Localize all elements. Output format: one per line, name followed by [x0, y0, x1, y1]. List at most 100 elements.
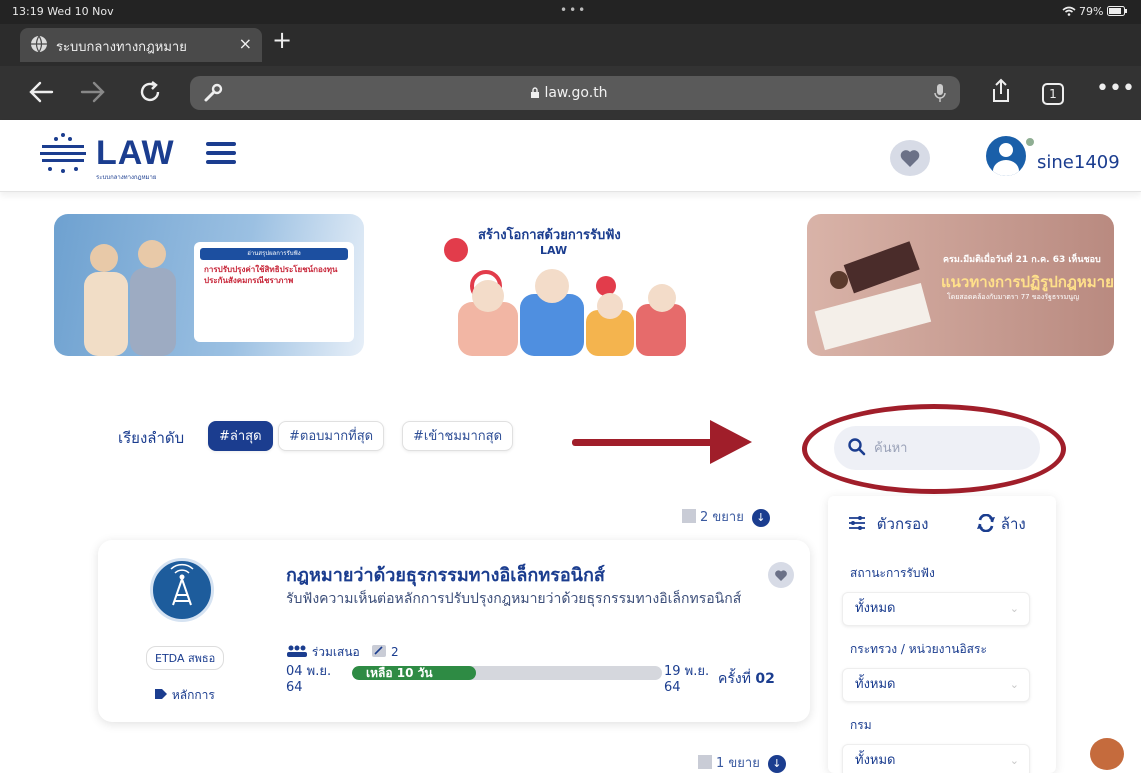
comments-count: 2	[391, 645, 399, 659]
gavel-document-illustration	[814, 241, 932, 351]
filter-title: ตัวกรอง	[876, 515, 929, 533]
tabs-overview-button[interactable]: 1	[1042, 83, 1064, 105]
filter-ministry-label: กระทรวง / หน่วยงานอิสระ	[850, 642, 987, 656]
end-year: 64	[664, 680, 681, 695]
sort-label: เรียงลำดับ	[118, 429, 185, 447]
remaining-days: เหลือ 10 วัน	[366, 666, 433, 680]
banner-participation[interactable]: สร้างโอกาสด้วยการรับฟัง LAW	[428, 214, 690, 356]
end-date-label: 19 พ.ย.	[664, 664, 710, 679]
banner-pension[interactable]: อ่านสรุปผลการรับฟัง การปรับปรุงค่าใช้สิท…	[54, 214, 364, 356]
sort-most-answered-chip[interactable]: #ตอบมากที่สุด	[278, 421, 385, 451]
favorites-heart-button[interactable]	[890, 140, 930, 176]
battery-percent: 79%	[1079, 5, 1104, 18]
reset-label: ล้าง	[1000, 515, 1026, 533]
filter-header[interactable]: ตัวกรอง	[848, 512, 928, 536]
share-icon[interactable]	[990, 78, 1012, 104]
round-label: ครั้งที่	[718, 671, 751, 687]
wrench-icon[interactable]	[202, 82, 224, 104]
comment-pen-icon	[372, 645, 387, 657]
microphone-icon[interactable]	[934, 83, 946, 103]
antenna-tower-icon	[170, 563, 194, 606]
banner-law-reform[interactable]: ครม.มีมติเมื่อวันที่ 21 ก.ค. 63 เห็นชอบ …	[807, 214, 1114, 356]
site-header: LAW ระบบกลางทางกฎหมาย sine1409	[0, 120, 1141, 192]
round-number: 02	[755, 671, 775, 687]
tab-bar: ระบบกลางทางกฎหมาย × +	[0, 24, 1141, 66]
chat-widget-button[interactable]	[1090, 738, 1124, 770]
elderly-couple-illustration	[84, 240, 176, 356]
round-indicator: ครั้งที่ 02	[718, 668, 775, 690]
hamburger-menu-icon[interactable]	[206, 142, 236, 164]
end-date: 19 พ.ย. 64	[664, 664, 709, 696]
filter-ministry-select[interactable]: ทั้งหมด ⌄	[842, 668, 1030, 702]
expand-label: 2 ขยาย	[700, 510, 744, 525]
url-value: law.go.th	[544, 85, 608, 101]
sort-latest-chip[interactable]: #ล่าสุด	[208, 421, 273, 451]
annotation-arrow-shaft	[572, 439, 722, 446]
banner-subtitle: โดยสอดคล้องกับมาตรา 77 ของรัฐธรรมนูญ	[947, 293, 1080, 301]
logo-subtitle: ระบบกลางทางกฎหมาย	[96, 174, 157, 181]
law-list-item[interactable]: ETDA สพธอ หลักการ กฎหมายว่าด้วยธุรกรรมทา…	[98, 540, 810, 722]
chevron-down-icon: ⌄	[1009, 602, 1019, 615]
filter-status-select[interactable]: ทั้งหมด ⌄	[842, 592, 1030, 626]
status-time: 13:19 Wed 10 Nov	[12, 5, 114, 18]
expand-link-bottom[interactable]: 1 ขยาย ↓	[698, 752, 786, 773]
law-logo-icon[interactable]	[36, 129, 90, 177]
filter-department-value: ทั้งหมด	[855, 753, 896, 768]
annotation-arrow-head	[710, 420, 752, 464]
tab-title: ระบบกลางทางกฎหมาย	[56, 40, 187, 55]
status-bar: 13:19 Wed 10 Nov ••• 79%	[0, 0, 1141, 24]
battery-indicator: 79%	[1062, 5, 1127, 18]
filter-panel: ตัวกรอง ล้าง สถานะการรับฟัง ทั้งหมด ⌄ กร…	[828, 496, 1056, 773]
tag-icon	[155, 689, 167, 699]
annotation-circle	[802, 404, 1066, 494]
sliders-icon	[849, 516, 865, 530]
filter-department-select[interactable]: ทั้งหมด ⌄	[842, 744, 1030, 773]
people-icon	[287, 645, 307, 657]
wifi-icon	[1062, 6, 1076, 16]
forward-arrow-icon[interactable]	[80, 80, 106, 104]
heart-icon	[900, 150, 920, 167]
time-progress-bar: เหลือ 10 วัน	[352, 666, 662, 680]
username[interactable]: sine1409	[1037, 152, 1120, 173]
principle-tag[interactable]: หลักการ	[154, 686, 215, 705]
agency-badge: ETDA สพธอ	[146, 646, 225, 670]
start-year: 64	[286, 680, 303, 695]
tab-close-button[interactable]: ×	[239, 34, 252, 53]
more-options-icon[interactable]: •••	[1096, 76, 1135, 101]
refresh-icon	[977, 513, 995, 533]
expand-link-top[interactable]: 2 ขยาย ↓	[682, 506, 770, 527]
item-title[interactable]: กฎหมายว่าด้วยธุรกรรมทางอิเล็กทรอนิกส์	[286, 560, 605, 589]
banner-card: อ่านสรุปผลการรับฟัง การปรับปรุงค่าใช้สิท…	[194, 242, 354, 342]
browser-tab[interactable]: ระบบกลางทางกฎหมาย ×	[20, 28, 262, 62]
principle-label: หลักการ	[171, 688, 215, 702]
agency-logo	[150, 558, 214, 622]
filter-status-label: สถานะการรับฟัง	[850, 566, 935, 580]
new-tab-button[interactable]: +	[272, 28, 292, 52]
banner-caption: ครม.มีมติเมื่อวันที่ 21 ก.ค. 63 เห็นชอบ	[943, 255, 1101, 265]
item-favorite-button[interactable]	[768, 562, 794, 588]
address-bar[interactable]: law.go.th	[190, 76, 960, 110]
filter-status-value: ทั้งหมด	[855, 601, 896, 616]
chevron-down-icon: ⌄	[1009, 754, 1019, 767]
crowd-illustration	[444, 238, 686, 356]
browser-toolbar: law.go.th 1 •••	[0, 66, 1141, 120]
user-avatar[interactable]	[986, 136, 1026, 176]
logo-text[interactable]: LAW	[96, 134, 175, 173]
back-arrow-icon[interactable]	[28, 80, 54, 104]
reload-icon[interactable]	[138, 80, 162, 104]
item-meta: ร่วมเสนอ 2	[286, 643, 399, 662]
sort-most-viewed-chip[interactable]: #เข้าชมมากสุด	[402, 421, 514, 451]
expand-label: 1 ขยาย	[716, 756, 760, 771]
chevron-down-icon: ⌄	[1009, 678, 1019, 691]
start-date: 04 พ.ย. 64	[286, 664, 331, 696]
battery-icon	[1107, 6, 1127, 16]
chevron-down-icon[interactable]: ↓	[751, 509, 770, 527]
chevron-down-icon[interactable]: ↓	[767, 755, 786, 773]
start-date-label: 04 พ.ย.	[286, 664, 332, 679]
banner-label: อ่านสรุปผลการรับฟัง	[200, 248, 348, 260]
filter-reset-button[interactable]: ล้าง	[976, 512, 1026, 536]
filter-ministry-value: ทั้งหมด	[855, 677, 896, 692]
multitask-dots[interactable]: •••	[560, 3, 587, 17]
online-status-dot	[1024, 136, 1036, 148]
lock-icon	[531, 87, 539, 98]
